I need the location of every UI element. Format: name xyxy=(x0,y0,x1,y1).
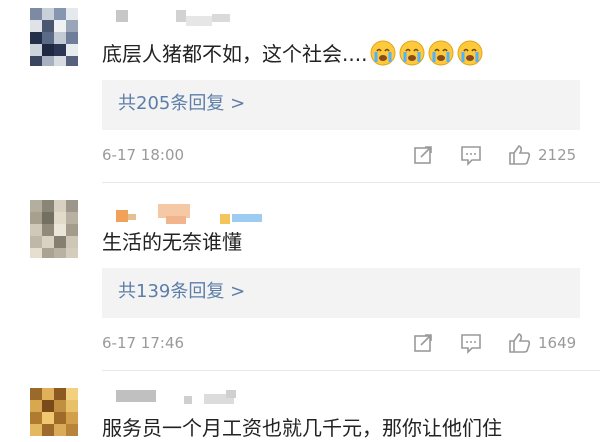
comment-text: 生活的无奈谁懂 xyxy=(102,230,242,254)
comment-text: 底层人猪都不如，这个社会.... xyxy=(102,40,483,68)
comment-icon[interactable] xyxy=(460,332,482,354)
share-icon[interactable] xyxy=(412,144,434,166)
comment-time: 6-17 17:46 xyxy=(102,334,185,352)
like-icon[interactable] xyxy=(508,144,532,166)
comment-time: 6-17 18:00 xyxy=(102,146,185,164)
view-replies-link[interactable]: 共139条回复 > xyxy=(118,280,245,304)
reply-preview-box[interactable]: 共139条回复 > xyxy=(102,268,580,318)
comment-divider xyxy=(102,370,600,371)
username-redacted[interactable] xyxy=(100,10,280,30)
like-icon[interactable] xyxy=(508,332,532,354)
share-icon[interactable] xyxy=(412,332,434,354)
comment-icon[interactable] xyxy=(460,144,482,166)
avatar[interactable] xyxy=(30,200,78,258)
username-redacted[interactable] xyxy=(100,204,280,224)
avatar[interactable] xyxy=(30,8,78,66)
crying-face-icon xyxy=(457,40,483,66)
like-count: 2125 xyxy=(538,146,577,164)
like-count: 1649 xyxy=(538,334,577,352)
avatar[interactable] xyxy=(30,388,78,436)
crying-face-icon xyxy=(399,40,425,66)
crying-face-icon xyxy=(370,40,396,66)
comment-meta: 6-17 18:00 2125 xyxy=(102,144,580,168)
reply-preview-box[interactable]: 共205条回复 > xyxy=(102,80,580,130)
comment-text: 服务员一个月工资也就几千元，那你让他们住 xyxy=(102,416,502,440)
comment-meta: 6-17 17:46 1649 xyxy=(102,332,580,356)
view-replies-link[interactable]: 共205条回复 > xyxy=(118,92,245,116)
comment-divider xyxy=(102,182,600,183)
crying-face-icon xyxy=(428,40,454,66)
username-redacted[interactable] xyxy=(100,390,280,410)
